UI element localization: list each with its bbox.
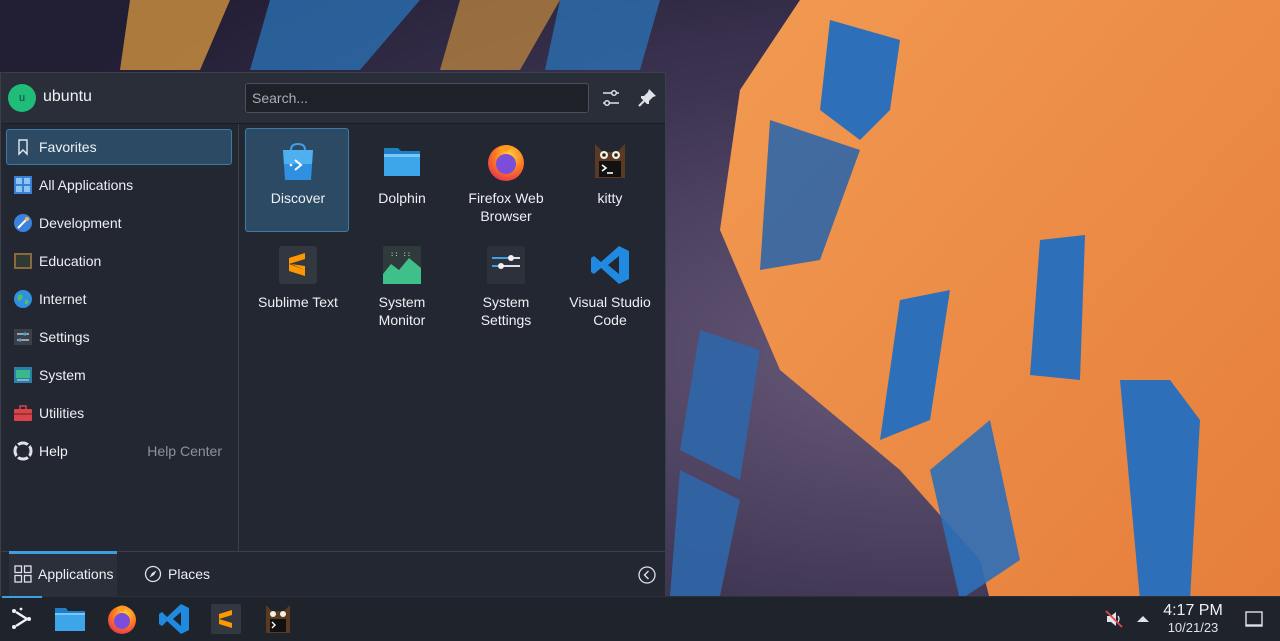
app-label: Firefox Web Browser <box>468 190 544 224</box>
vscode-icon <box>159 604 189 634</box>
clock-time[interactable]: 4:17 PM <box>1158 602 1228 620</box>
toolbox-icon <box>14 405 32 421</box>
sidebar-item-label: All Applications <box>39 177 134 193</box>
system-monitor-icon: :: :: <box>383 246 421 284</box>
taskbar-item-kitty[interactable] <box>256 597 300 641</box>
application-launcher-button[interactable] <box>0 596 44 641</box>
sidebar-item-development[interactable]: Development <box>6 205 232 241</box>
sidebar-item-all-applications[interactable]: All Applications <box>6 167 232 203</box>
category-sidebar: Favorites All Applications Development E… <box>1 124 239 551</box>
sidebar-item-internet[interactable]: Internet <box>6 281 232 317</box>
tab-applications[interactable]: Applications <box>9 551 117 596</box>
app-tile-sublime-text[interactable]: Sublime Text <box>245 232 349 336</box>
sidebar-item-label: System <box>39 367 86 383</box>
system-settings-icon <box>487 246 525 284</box>
taskbar-item-dolphin[interactable] <box>48 597 92 641</box>
vscode-icon <box>591 246 629 284</box>
show-desktop-icon <box>1245 611 1263 627</box>
sidebar-item-label: Help <box>39 443 68 459</box>
folder-icon <box>55 608 85 631</box>
app-label: System Monitor <box>378 294 426 328</box>
volume-muted-icon <box>1105 610 1123 628</box>
svg-text::: ::: :: :: <box>390 250 411 258</box>
firefox-icon <box>488 145 524 181</box>
bookmark-icon <box>18 139 28 156</box>
sidebar-item-label: Internet <box>39 291 87 307</box>
volume-muted-button[interactable] <box>1104 609 1124 629</box>
settings-icon <box>14 329 32 345</box>
sidebar-item-label: Development <box>39 215 122 231</box>
sidebar-item-hint: Help Center <box>147 443 222 459</box>
app-tile-dolphin[interactable]: Dolphin <box>349 128 453 232</box>
app-label: Sublime Text <box>258 294 338 310</box>
app-label: Visual Studio Code <box>569 294 651 328</box>
user-name: ubuntu <box>43 88 92 105</box>
application-launcher: u ubuntu Favorites <box>0 72 666 596</box>
avatar[interactable]: u <box>8 84 36 112</box>
taskbar: 4:17 PM 10/21/23 <box>0 596 1280 641</box>
app-tile-discover[interactable]: Discover <box>245 128 349 232</box>
app-tile-firefox[interactable]: Firefox Web Browser <box>453 128 557 232</box>
grid-icon <box>14 565 32 583</box>
tab-label: Applications <box>38 566 114 582</box>
sidebar-item-utilities[interactable]: Utilities <box>6 395 232 431</box>
app-label: Dolphin <box>378 190 426 206</box>
sidebar-item-label: Favorites <box>39 139 97 155</box>
education-icon <box>14 253 32 269</box>
clock-date[interactable]: 10/21/23 <box>1158 620 1228 635</box>
system-icon <box>14 367 32 383</box>
grid-icon <box>14 176 32 194</box>
sidebar-item-favorites[interactable]: Favorites <box>6 129 232 165</box>
taskbar-item-vscode[interactable] <box>152 597 196 641</box>
search-input[interactable] <box>245 83 589 113</box>
system-tray-expand-button[interactable] <box>1134 609 1152 629</box>
taskbar-item-sublime-text[interactable] <box>204 597 248 641</box>
sidebar-item-help[interactable]: Help Help Center <box>6 433 232 469</box>
lifebuoy-icon <box>13 441 33 461</box>
app-label: Discover <box>270 190 326 206</box>
app-label: kitty <box>597 190 623 206</box>
taskbar-item-firefox[interactable] <box>100 597 144 641</box>
sidebar-item-label: Settings <box>39 329 90 345</box>
app-grid: Discover Dolphin Firefox Web Browser kit… <box>245 128 665 548</box>
app-tile-system-monitor[interactable]: :: :: System Monitor <box>349 232 453 336</box>
app-tile-kitty[interactable]: kitty <box>557 128 661 232</box>
compass-icon <box>144 565 162 583</box>
development-icon <box>14 214 32 232</box>
sublime-text-icon <box>211 604 241 634</box>
sidebar-item-label: Utilities <box>39 405 85 421</box>
configure-button[interactable] <box>598 85 624 111</box>
kitty-icon <box>266 605 290 633</box>
sublime-text-icon <box>279 246 317 284</box>
sidebar-item-label: Education <box>39 253 102 269</box>
collapse-button[interactable] <box>637 565 657 585</box>
folder-icon <box>384 148 420 176</box>
show-desktop-button[interactable] <box>1244 609 1264 629</box>
kitty-icon <box>595 144 625 178</box>
app-label: System Settings <box>480 294 532 328</box>
discover-icon <box>283 142 313 180</box>
sidebar-item-settings[interactable]: Settings <box>6 319 232 355</box>
launcher-header: u ubuntu <box>1 73 665 124</box>
app-tile-system-settings[interactable]: System Settings <box>453 232 557 336</box>
app-tile-visual-studio-code[interactable]: Visual Studio Code <box>557 232 661 336</box>
sidebar-item-system[interactable]: System <box>6 357 232 393</box>
chevron-left-icon <box>638 566 656 584</box>
tab-label: Places <box>168 566 211 582</box>
pin-icon <box>638 89 656 107</box>
sliders-icon <box>603 89 619 107</box>
launcher-icon <box>12 607 31 629</box>
chevron-up-icon <box>1137 616 1149 622</box>
globe-icon <box>14 290 32 308</box>
firefox-icon <box>108 605 136 634</box>
tab-places[interactable]: Places <box>139 552 239 596</box>
sidebar-item-education[interactable]: Education <box>6 243 232 279</box>
launcher-footer: Applications Places <box>1 551 665 596</box>
pin-button[interactable] <box>634 85 660 111</box>
